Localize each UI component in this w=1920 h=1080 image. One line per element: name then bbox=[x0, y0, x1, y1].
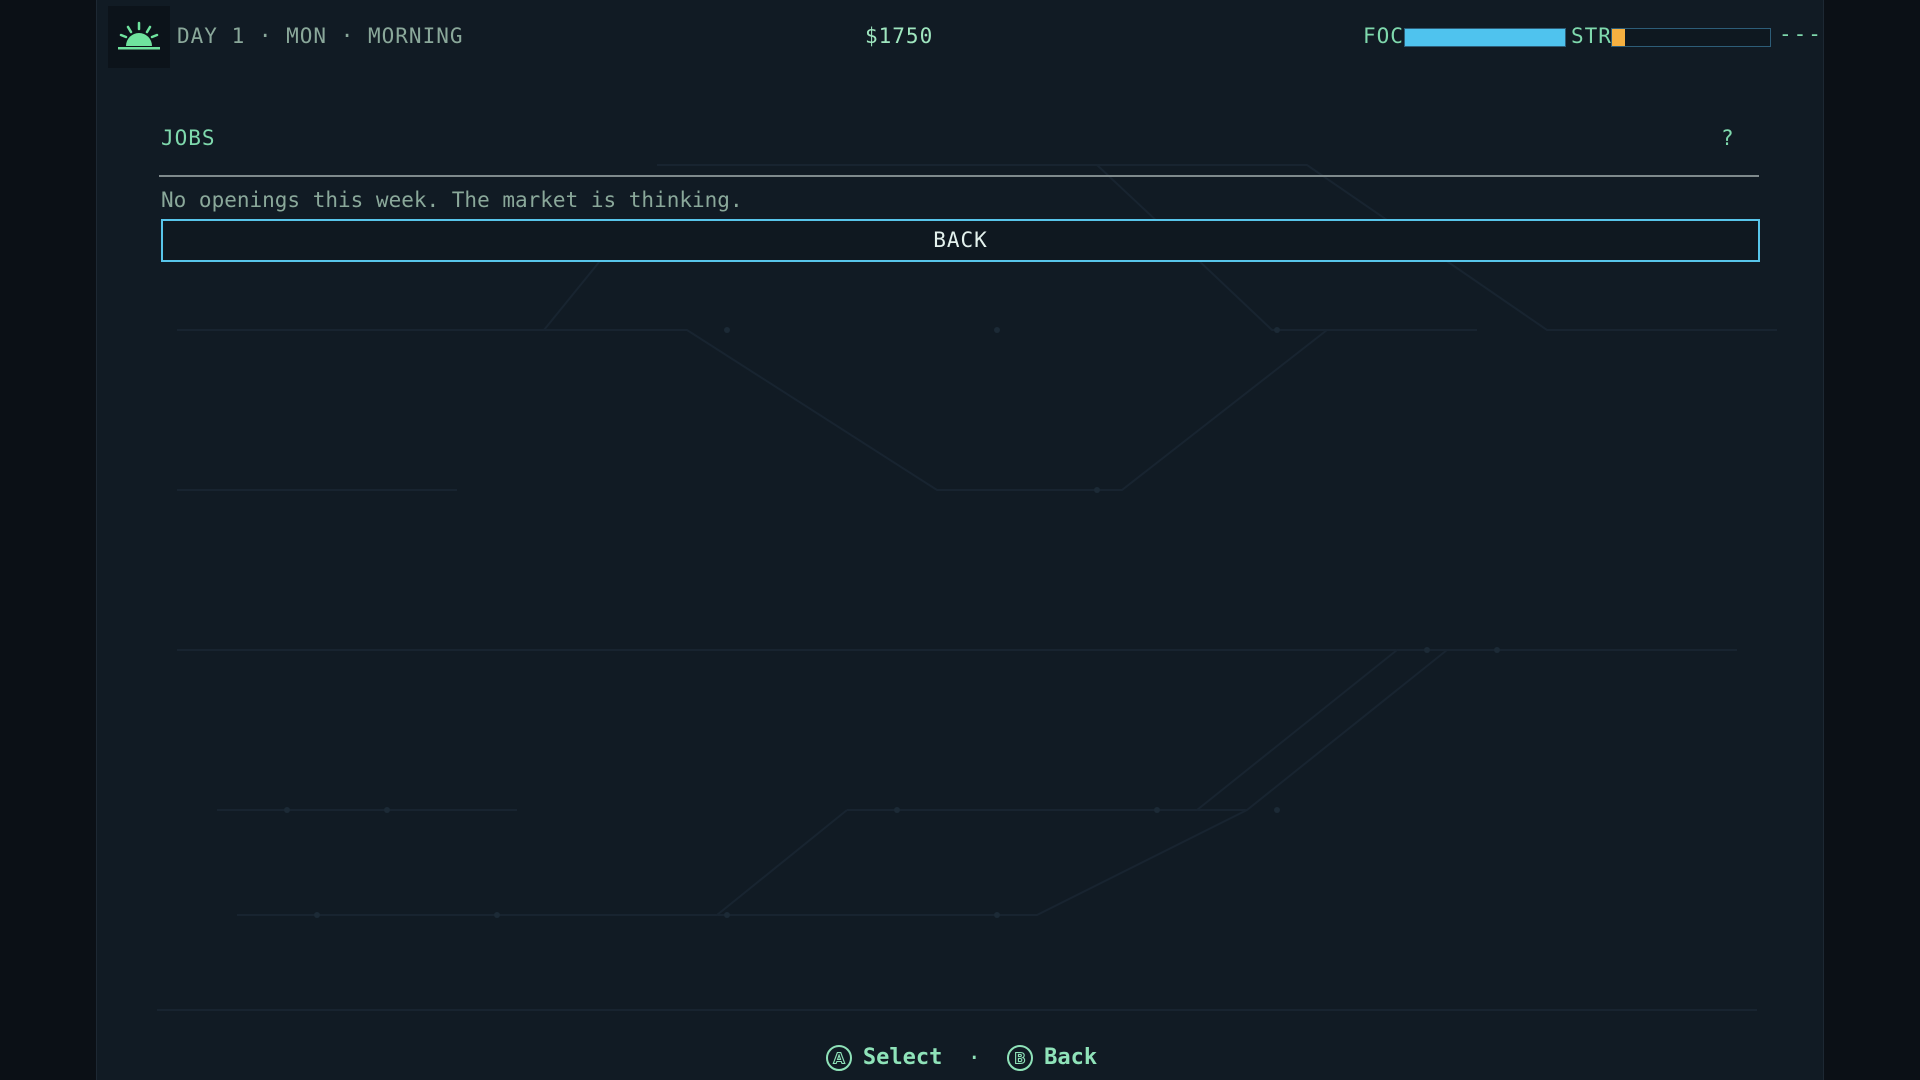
hint-separator: · bbox=[967, 1045, 981, 1071]
help-button[interactable]: ? bbox=[1721, 126, 1734, 150]
money-counter: $1750 bbox=[865, 24, 934, 48]
a-button-icon: A bbox=[825, 1044, 853, 1072]
hud-status-dashes: --- bbox=[1779, 22, 1823, 46]
empty-jobs-message: No openings this week. The market is thi… bbox=[161, 188, 743, 212]
stress-bar-fill bbox=[1612, 29, 1625, 46]
circuit-background bbox=[157, 164, 1777, 1011]
focus-bar bbox=[1404, 28, 1566, 47]
focus-label: FOC bbox=[1363, 24, 1404, 48]
select-hint[interactable]: A Select bbox=[825, 1044, 942, 1072]
panel-divider bbox=[159, 175, 1759, 177]
svg-text:A: A bbox=[833, 1050, 845, 1068]
select-hint-label: Select bbox=[862, 1045, 943, 1070]
controller-hints: A Select · B Back bbox=[97, 1044, 1823, 1072]
b-button-icon: B bbox=[1006, 1044, 1034, 1072]
panel-title: JOBS bbox=[161, 126, 216, 150]
back-button[interactable]: BACK bbox=[161, 219, 1760, 262]
day-time-label: DAY 1 · MON · MORNING bbox=[177, 24, 464, 48]
focus-bar-fill bbox=[1405, 29, 1565, 46]
svg-text:B: B bbox=[1014, 1050, 1025, 1068]
stress-label: STR bbox=[1571, 24, 1612, 48]
top-hud: DAY 1 · MON · MORNING $1750 FOC STR --- bbox=[97, 0, 1823, 72]
back-hint-label: Back bbox=[1044, 1045, 1098, 1070]
game-screen: DAY 1 · MON · MORNING $1750 FOC STR --- … bbox=[96, 0, 1824, 1080]
sunrise-icon bbox=[108, 6, 170, 68]
back-hint[interactable]: B Back bbox=[1006, 1044, 1097, 1072]
stress-bar bbox=[1611, 28, 1771, 47]
